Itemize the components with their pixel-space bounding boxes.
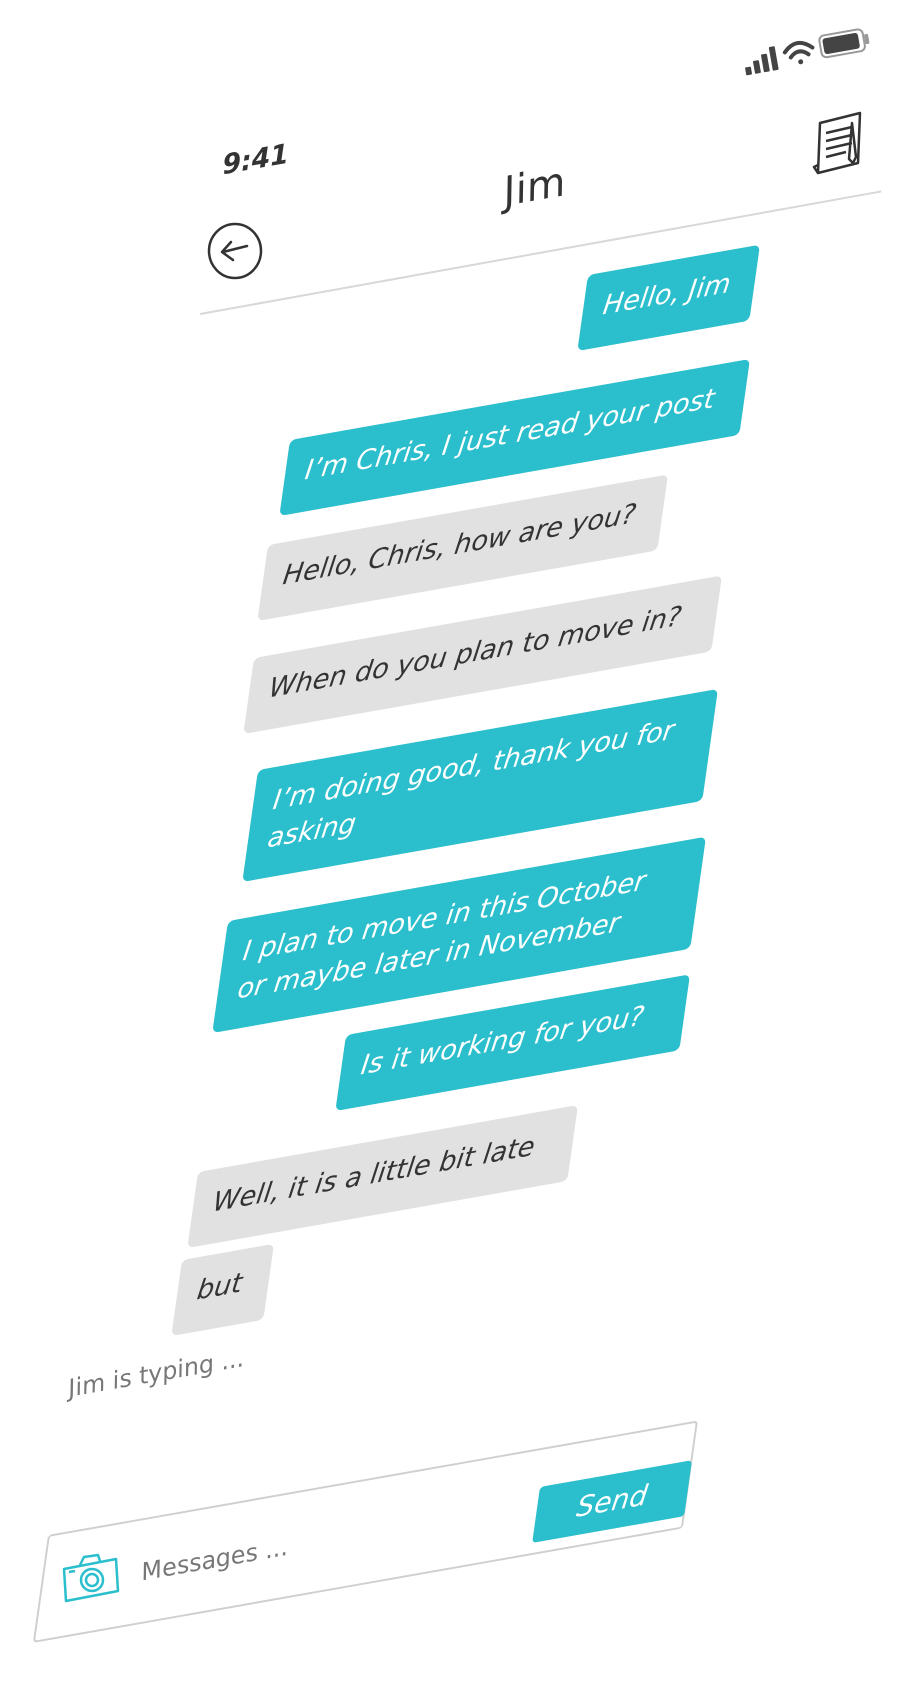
battery-icon: [818, 28, 870, 59]
message-bubble-sent: I’m Chris, I just read your post: [279, 358, 750, 516]
camera-button[interactable]: [60, 1547, 122, 1605]
status-icons: [740, 16, 887, 90]
message-bubble-sent: Hello, Jim: [577, 244, 760, 351]
arrow-left-icon: [207, 222, 263, 280]
status-icons-svg: [745, 28, 870, 76]
chat-screen: 9:41 Jim Hello, Jim I’m Chris, I just re: [0, 0, 908, 1683]
message-bubble-received: but: [171, 1243, 274, 1336]
notes-icon[interactable]: [812, 105, 870, 175]
signal-icon: [745, 46, 779, 76]
page-title: Jim: [500, 159, 569, 216]
wifi-icon: [782, 40, 815, 65]
message-bubble-received: Well, it is a little bit late: [187, 1104, 578, 1248]
typing-indicator: Jim is typing ...: [66, 1344, 247, 1403]
back-button[interactable]: [207, 222, 263, 280]
camera-icon: [62, 1553, 120, 1603]
status-time: 9:41: [222, 138, 290, 182]
